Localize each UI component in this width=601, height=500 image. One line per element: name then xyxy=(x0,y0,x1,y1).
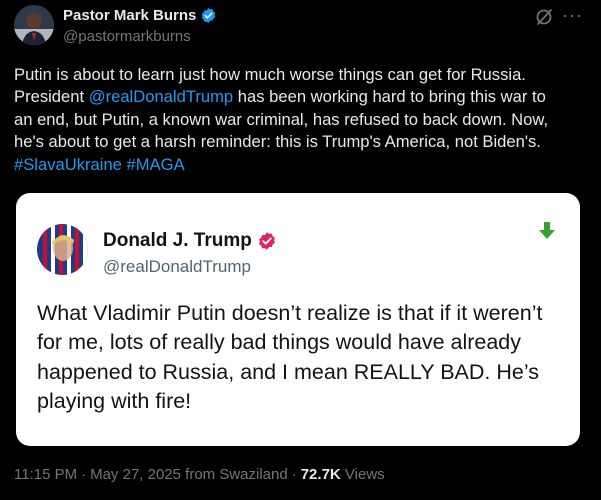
post-text-line: President xyxy=(14,87,89,107)
grok-icon[interactable] xyxy=(534,7,554,27)
green-down-arrow-icon xyxy=(539,222,555,240)
post-text-line: has been working hard to bring this war … xyxy=(233,87,546,107)
quote-author-handle: @realDonaldTrump xyxy=(103,257,251,276)
mention-link[interactable]: @realDonaldTrump xyxy=(89,87,233,106)
post-source: from Swaziland xyxy=(185,466,288,483)
post-text-line: an end, but Putin, a known war criminal,… xyxy=(14,109,549,129)
views-count[interactable]: 72.7K xyxy=(301,466,341,483)
meta-separator: · xyxy=(291,466,297,483)
hashtag-link[interactable]: #SlavaUkraine xyxy=(14,155,122,174)
hashtag-link[interactable]: #MAGA xyxy=(127,155,185,174)
more-icon[interactable]: ··· xyxy=(562,5,583,25)
post-text-line: he's about to get a harsh reminder: this… xyxy=(14,132,541,152)
author-display-name[interactable]: Pastor Mark Burns xyxy=(63,7,196,24)
views-label: Views xyxy=(344,466,385,483)
post-date[interactable]: May 27, 2025 xyxy=(90,466,181,483)
verified-badge-icon xyxy=(200,7,217,24)
quote-author-avatar xyxy=(37,224,88,275)
quote-author-display-name: Donald J. Trump xyxy=(103,230,252,251)
quote-text: What Vladimir Putin doesn’t realize is t… xyxy=(37,301,543,414)
post-meta: 11:15 PM · May 27, 2025 from Swaziland ·… xyxy=(14,466,385,483)
post-text-line: Putin is about to learn just how much wo… xyxy=(14,65,526,84)
post-time[interactable]: 11:15 PM xyxy=(14,466,77,483)
meta-separator: · xyxy=(81,466,87,483)
verified-badge-icon xyxy=(257,231,277,251)
author-handle[interactable]: @pastormarkburns xyxy=(63,28,191,45)
author-avatar[interactable] xyxy=(14,5,54,45)
post: Pastor Mark Burns @pastormarkburns ··· P… xyxy=(0,0,601,500)
quote-author-name-row: Donald J. Trump xyxy=(103,230,277,252)
author-name-row: Pastor Mark Burns xyxy=(63,7,217,24)
post-text: Putin is about to learn just how much wo… xyxy=(14,64,589,176)
quoted-post-card[interactable]: Donald J. Trump @realDonaldTrump What Vl… xyxy=(16,193,580,446)
